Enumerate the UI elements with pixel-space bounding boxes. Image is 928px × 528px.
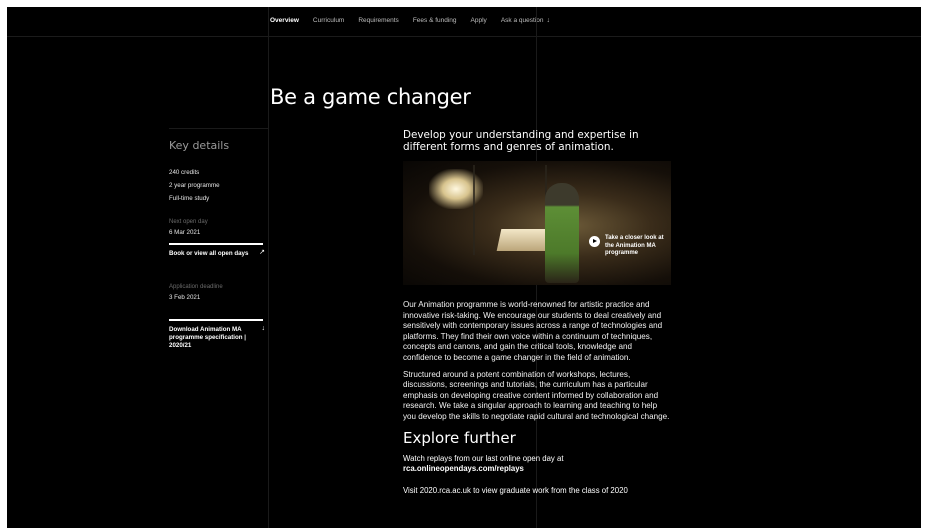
- arrow-down-icon: ↓: [546, 17, 550, 24]
- nav-overview[interactable]: Overview: [270, 17, 299, 24]
- page-title: Be a game changer: [270, 85, 471, 110]
- explore-text: Watch replays from our last online open …: [403, 454, 671, 475]
- nav-curriculum[interactable]: Curriculum: [313, 17, 344, 24]
- detail-study-mode: Full-time study: [169, 195, 210, 202]
- play-icon[interactable]: [589, 236, 600, 247]
- download-spec-label: Download Animation MA programme specific…: [169, 326, 247, 349]
- replays-text: Watch replays from our last online open …: [403, 453, 564, 463]
- deadline-value: 3 Feb 2021: [169, 294, 201, 301]
- replays-link[interactable]: rca.onlineopendays.com/replays: [403, 464, 671, 475]
- open-day-label: Next open day: [169, 219, 208, 225]
- intro-lede: Develop your understanding and expertise…: [403, 129, 639, 153]
- page: Overview Curriculum Requirements Fees & …: [7, 7, 921, 528]
- nav-apply[interactable]: Apply: [471, 17, 487, 24]
- nav-fees-funding[interactable]: Fees & funding: [413, 17, 457, 24]
- student-figure: [545, 183, 579, 283]
- video-play-overlay[interactable]: Take a closer look at the Animation MA p…: [589, 235, 669, 258]
- download-spec-link[interactable]: Download Animation MA programme specific…: [169, 319, 266, 350]
- top-navigation: Overview Curriculum Requirements Fees & …: [7, 7, 921, 37]
- nav-ask-question-label: Ask a question: [500, 17, 544, 24]
- nav-list: Overview Curriculum Requirements Fees & …: [270, 17, 564, 24]
- main-content: Develop your understanding and expertise…: [403, 129, 671, 495]
- column-divider: [268, 7, 269, 528]
- explore-further-heading: Explore further: [403, 428, 516, 447]
- external-link-icon: ↗: [259, 249, 265, 256]
- nav-requirements[interactable]: Requirements: [358, 17, 398, 24]
- key-details-list: 240 credits 2 year programme Full-time s…: [169, 166, 264, 205]
- overview-paragraph-1: Our Animation programme is world-renowne…: [403, 300, 663, 362]
- programme-video-thumbnail[interactable]: Take a closer look at the Animation MA p…: [403, 161, 671, 285]
- book-open-day-link[interactable]: Book or view all open days ↗: [169, 243, 265, 258]
- overview-paragraph-2: Structured around a potent combination o…: [403, 369, 670, 421]
- sidebar-divider: [169, 128, 269, 129]
- graduate-work-text: Visit 2020.rca.ac.uk to view graduate wo…: [403, 485, 628, 495]
- video-label: Take a closer look at the Animation MA p…: [605, 235, 664, 256]
- key-details-heading: Key details: [169, 139, 230, 152]
- open-day-value: 6 Mar 2021: [169, 229, 201, 236]
- download-icon: ↓: [261, 325, 266, 332]
- book-open-day-label: Book or view all open days: [169, 250, 249, 257]
- key-details-sidebar: Key details 240 credits 2 year programme…: [169, 139, 266, 350]
- nav-ask-question[interactable]: Ask a question ↓: [501, 17, 550, 24]
- detail-duration: 2 year programme: [169, 182, 220, 189]
- deadline-label: Application deadline: [169, 284, 223, 290]
- detail-credits: 240 credits: [169, 169, 200, 176]
